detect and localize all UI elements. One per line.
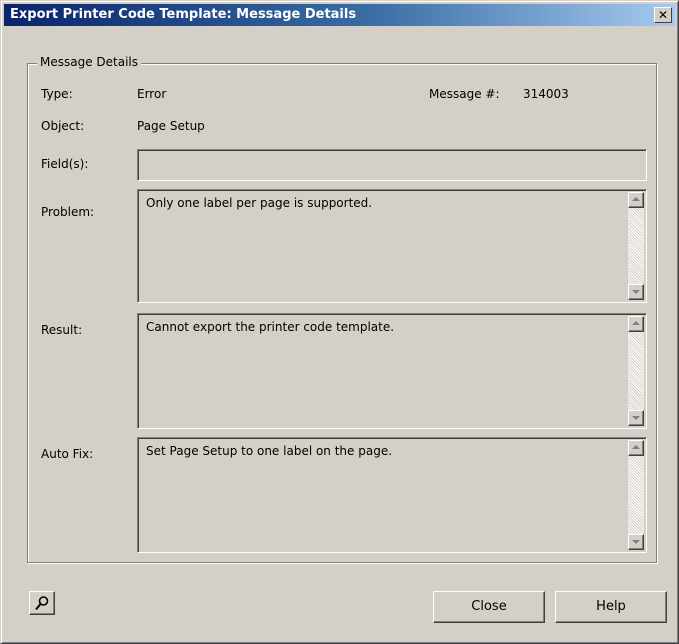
scroll-down-button[interactable] bbox=[628, 284, 644, 300]
fields-label: Field(s): bbox=[41, 157, 89, 171]
group-label: Message Details bbox=[37, 55, 142, 69]
title-bar[interactable]: Export Printer Code Template: Message De… bbox=[4, 4, 675, 26]
window-title: Export Printer Code Template: Message De… bbox=[10, 7, 357, 22]
chevron-up-icon bbox=[632, 445, 640, 449]
result-textarea[interactable]: Cannot export the printer code template. bbox=[137, 313, 647, 429]
type-label: Type: bbox=[41, 87, 73, 101]
problem-scrollbar[interactable] bbox=[628, 192, 644, 300]
autofix-label: Auto Fix: bbox=[41, 447, 94, 461]
message-number-value: 314003 bbox=[523, 87, 569, 101]
type-value: Error bbox=[137, 87, 167, 101]
chevron-down-icon bbox=[632, 290, 640, 294]
scroll-up-button[interactable] bbox=[628, 316, 644, 332]
problem-label: Problem: bbox=[41, 205, 95, 219]
scroll-up-button[interactable] bbox=[628, 440, 644, 456]
help-button[interactable]: Help bbox=[555, 591, 667, 623]
object-value: Page Setup bbox=[137, 119, 205, 133]
fields-input[interactable] bbox=[137, 149, 647, 181]
close-button[interactable]: Close bbox=[433, 591, 545, 623]
search-icon bbox=[35, 596, 49, 611]
message-number-label: Message #: bbox=[429, 87, 500, 101]
autofix-value: Set Page Setup to one label on the page. bbox=[146, 444, 393, 458]
problem-textarea[interactable]: Only one label per page is supported. bbox=[137, 189, 647, 303]
scroll-down-button[interactable] bbox=[628, 534, 644, 550]
autofix-scrollbar[interactable] bbox=[628, 440, 644, 550]
scroll-down-button[interactable] bbox=[628, 410, 644, 426]
result-scrollbar[interactable] bbox=[628, 316, 644, 426]
autofix-textarea[interactable]: Set Page Setup to one label on the page. bbox=[137, 437, 647, 553]
chevron-down-icon bbox=[632, 416, 640, 420]
close-icon[interactable]: ✕ bbox=[654, 7, 672, 23]
scroll-up-button[interactable] bbox=[628, 192, 644, 208]
dialog-window: Export Printer Code Template: Message De… bbox=[0, 0, 679, 644]
chevron-up-icon bbox=[632, 321, 640, 325]
tool-button[interactable] bbox=[29, 591, 55, 615]
chevron-down-icon bbox=[632, 540, 640, 544]
object-label: Object: bbox=[41, 119, 85, 133]
result-value: Cannot export the printer code template. bbox=[146, 320, 395, 334]
chevron-up-icon bbox=[632, 197, 640, 201]
result-label: Result: bbox=[41, 323, 83, 337]
close-glyph: ✕ bbox=[657, 8, 669, 22]
problem-value: Only one label per page is supported. bbox=[146, 196, 373, 210]
